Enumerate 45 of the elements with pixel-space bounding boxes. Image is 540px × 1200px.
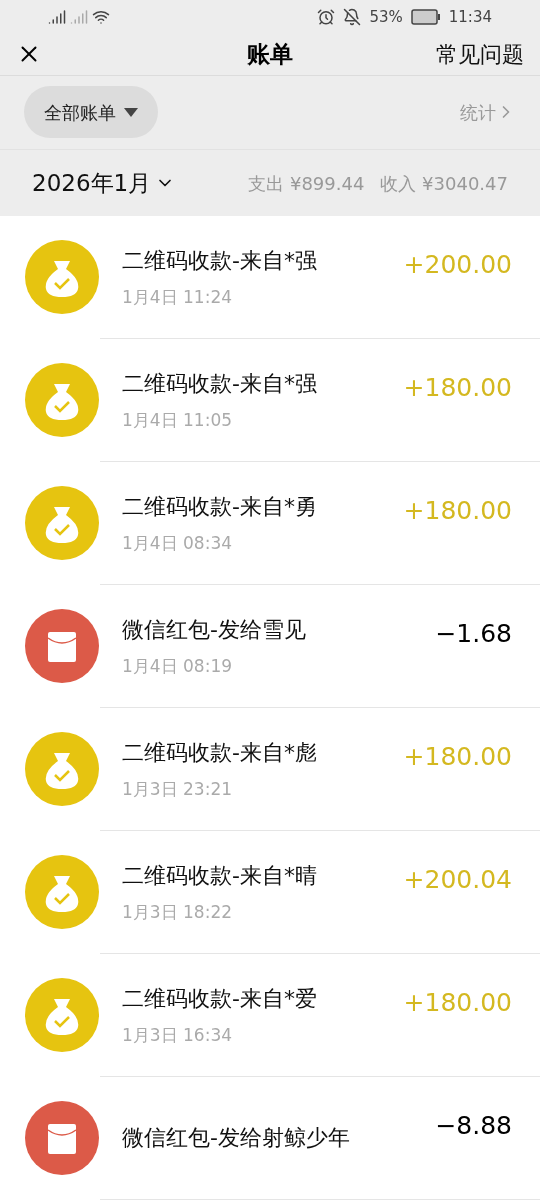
transaction-time: 1月4日 11:24	[122, 285, 234, 309]
battery-percent: 53%	[369, 6, 403, 28]
money-bag-icon	[24, 977, 100, 1054]
signal-icon	[48, 7, 66, 26]
expense-total: 支出 ¥899.44	[248, 171, 365, 196]
income-total: 收入 ¥3040.47	[380, 171, 508, 196]
battery-icon	[410, 8, 441, 25]
money-bag-icon	[24, 485, 100, 562]
money-bag-icon	[24, 731, 100, 808]
page-title: 账单	[247, 39, 293, 69]
transaction-title: 微信红包-发给射鲸少年	[122, 1124, 350, 1153]
transaction-time: 1月3日 16:34	[122, 1023, 234, 1047]
transaction-time: 1月3日 23:21	[122, 777, 234, 801]
transaction-amount: +200.04	[403, 864, 512, 896]
transaction-title: 二维码收款-来自*强	[122, 369, 317, 398]
transaction-time: 1月4日 08:19	[122, 654, 234, 678]
transaction-amount: −1.68	[435, 618, 512, 650]
month-selector[interactable]: 2026年1月	[32, 165, 176, 201]
transaction-title: 微信红包-发给雪见	[122, 615, 306, 644]
money-bag-icon	[24, 239, 100, 316]
transaction-time: 1月3日 18:22	[122, 900, 234, 924]
envelope-icon	[24, 608, 100, 685]
transaction-title: 二维码收款-来自*强	[122, 246, 317, 275]
transaction-time: 1月4日 11:05	[122, 408, 234, 432]
transaction-amount: +180.00	[403, 741, 512, 773]
transaction-amount: −8.88	[435, 1110, 512, 1142]
transaction-title: 二维码收款-来自*勇	[122, 492, 317, 521]
money-bag-icon	[24, 362, 100, 439]
transaction-amount: +200.00	[403, 249, 512, 281]
transaction-title: 二维码收款-来自*彪	[122, 738, 317, 767]
envelope-icon	[24, 1100, 100, 1177]
transaction-time: 1月4日 08:34	[122, 531, 234, 555]
bill-filter-dropdown[interactable]: 全部账单	[24, 86, 158, 139]
mute-icon	[343, 7, 362, 26]
caret-icon	[124, 107, 138, 117]
transaction-amount: +180.00	[403, 372, 512, 404]
money-bag-icon	[24, 854, 100, 931]
clock: 11:34	[448, 6, 492, 28]
transaction-title: 二维码收款-来自*晴	[122, 861, 317, 890]
faq-link[interactable]: 常见问题	[436, 37, 524, 71]
transaction-amount: +180.00	[403, 987, 512, 1019]
signal-icon	[70, 7, 88, 26]
transaction-amount: +180.00	[403, 495, 512, 527]
alarm-icon	[317, 7, 336, 26]
transaction-title: 二维码收款-来自*爱	[122, 984, 317, 1013]
